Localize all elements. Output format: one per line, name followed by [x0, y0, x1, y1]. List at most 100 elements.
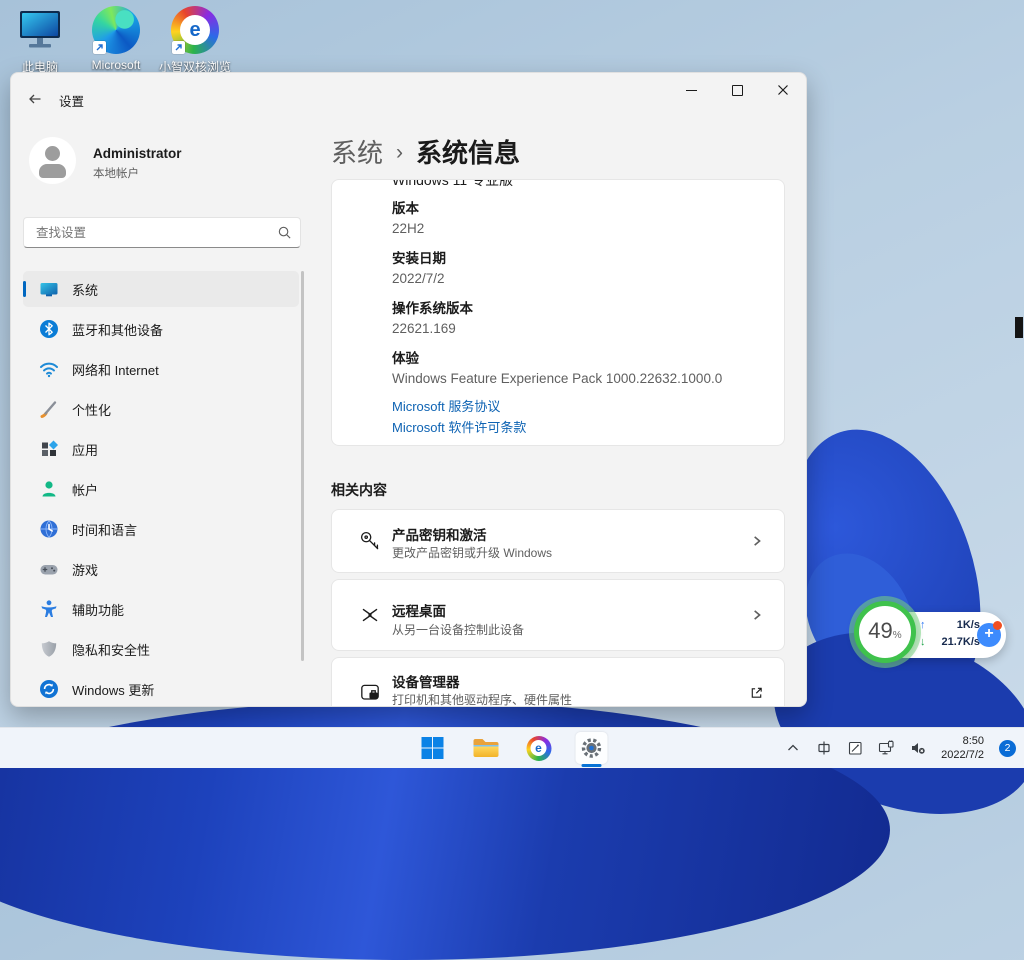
gear-icon — [580, 736, 604, 760]
sidebar-item-label: 辅助功能 — [72, 600, 124, 619]
ime-indicator-icon[interactable] — [816, 740, 832, 756]
sidebar-item-privacy-security[interactable]: 隐私和安全性 — [23, 631, 299, 667]
cursor — [1015, 317, 1023, 338]
sidebar-nav: 系统 蓝牙和其他设备 网络和 Internet 个性化 应用 帐户 时间和语言 — [23, 271, 299, 707]
browser-button[interactable]: e — [523, 732, 555, 764]
product-key-activation-card[interactable]: 产品密钥和激活 更改产品密钥或升级 Windows — [331, 509, 785, 573]
sidebar-item-label: 游戏 — [72, 560, 98, 579]
sidebar-item-label: 隐私和安全性 — [72, 640, 150, 659]
widget-plus-button[interactable]: + — [977, 623, 1001, 647]
about-row-label: 安装日期 — [392, 247, 446, 267]
sidebar-item-accessibility[interactable]: 辅助功能 — [23, 591, 299, 627]
card-title: 设备管理器 — [392, 671, 460, 691]
search-icon — [277, 225, 292, 240]
tray-chevron-up-icon[interactable] — [785, 740, 801, 756]
search-box[interactable] — [23, 217, 301, 248]
sidebar-item-windows-update[interactable]: Windows 更新 — [23, 671, 299, 707]
related-content-heading: 相关内容 — [331, 480, 387, 500]
about-row-label: 体验 — [392, 347, 419, 367]
window-controls — [668, 73, 806, 107]
card-subtitle: 更改产品密钥或升级 Windows — [392, 544, 552, 561]
page-title: 系统信息 — [416, 133, 520, 170]
sidebar-item-network-internet[interactable]: 网络和 Internet — [23, 351, 299, 387]
about-row-value: Windows Feature Experience Pack 1000.226… — [392, 371, 722, 386]
about-row-value: 22H2 — [392, 221, 424, 236]
sidebar-item-personalization[interactable]: 个性化 — [23, 391, 299, 427]
sidebar-item-time-language[interactable]: 时间和语言 — [23, 511, 299, 547]
about-row-label: 操作系统版本 — [392, 297, 473, 317]
breadcrumb-parent[interactable]: 系统 — [331, 133, 383, 170]
ethernet-network-icon[interactable] — [878, 740, 895, 756]
about-card: Windows 11 专业版 版本 22H2 安装日期 2022/7/2 操作系… — [331, 179, 785, 446]
wifi-icon — [39, 359, 59, 379]
user-account-type: 本地帐户 — [93, 165, 139, 181]
desktop-icon-label: Microsoft — [78, 58, 154, 72]
sidebar-item-label: 应用 — [72, 440, 98, 459]
percent-sign: % — [893, 630, 902, 641]
start-button[interactable] — [417, 732, 449, 764]
remote-desktop-card[interactable]: 远程桌面 从另一台设备控制此设备 — [331, 579, 785, 651]
edge-logo-icon — [92, 6, 140, 54]
chevron-right-icon — [750, 534, 764, 548]
search-input[interactable] — [34, 219, 268, 246]
usage-percent: 49 — [868, 618, 892, 644]
settings-window: 设置 Administrator 本地帐户 系统 蓝牙和其他设备 网络和 Int… — [10, 72, 807, 707]
sidebar-item-label: 系统 — [72, 280, 98, 299]
device-manager-icon — [358, 681, 382, 705]
sidebar-item-bluetooth-devices[interactable]: 蓝牙和其他设备 — [23, 311, 299, 347]
desktop-icon-microsoft-edge[interactable]: Microsoft — [78, 6, 154, 72]
about-row-value: 2022/7/2 — [392, 271, 445, 286]
shortcut-arrow-icon — [172, 41, 185, 54]
desktop-icon-this-pc[interactable]: 此电脑 — [2, 6, 78, 75]
window-title: 设置 — [59, 91, 84, 110]
system-icon — [39, 279, 59, 299]
pen-input-icon[interactable] — [847, 740, 863, 756]
card-title: 产品密钥和激活 — [392, 524, 487, 544]
close-button[interactable] — [760, 73, 806, 107]
memory-usage-circle[interactable]: 49 % — [854, 601, 916, 663]
user-name: Administrator — [93, 146, 182, 161]
sidebar-item-accounts[interactable]: 帐户 — [23, 471, 299, 507]
sidebar-item-system[interactable]: 系统 — [23, 271, 299, 307]
apps-icon — [39, 439, 59, 459]
file-explorer-button[interactable] — [470, 732, 502, 764]
desktop-icon-browser[interactable]: e 小智双核浏览 — [157, 6, 233, 75]
gamepad-icon — [39, 559, 59, 579]
volume-muted-icon[interactable] — [910, 740, 926, 756]
breadcrumb: 系统 › 系统信息 — [331, 133, 520, 170]
sidebar-item-apps[interactable]: 应用 — [23, 431, 299, 467]
system-tray: 8:50 2022/7/2 2 — [785, 728, 1016, 768]
update-refresh-icon — [39, 679, 59, 699]
upload-speed: 1K/s — [957, 619, 980, 631]
key-icon — [358, 529, 382, 553]
back-button[interactable] — [27, 91, 43, 107]
brush-icon — [39, 399, 59, 419]
remote-desktop-icon — [358, 603, 382, 627]
maximize-button[interactable] — [714, 73, 760, 107]
license-terms-link[interactable]: Microsoft 软件许可条款 — [392, 417, 526, 436]
sidebar-item-label: 时间和语言 — [72, 520, 137, 539]
download-arrow-icon: ↓ — [920, 636, 926, 648]
taskbar: e 8:50 2022/7/2 2 — [0, 727, 1024, 768]
sidebar-item-label: 蓝牙和其他设备 — [72, 320, 163, 339]
selected-indicator — [23, 281, 26, 297]
this-pc-icon — [16, 6, 64, 54]
tray-time: 8:50 — [941, 734, 984, 748]
avatar[interactable] — [29, 137, 76, 184]
sidebar-item-gaming[interactable]: 游戏 — [23, 551, 299, 587]
settings-button-active[interactable] — [576, 732, 608, 764]
shield-icon — [39, 639, 59, 659]
notification-dot — [993, 621, 1002, 630]
external-link-icon — [749, 686, 764, 701]
services-agreement-link[interactable]: Microsoft 服务协议 — [392, 396, 500, 415]
shortcut-arrow-icon — [93, 41, 106, 54]
bluetooth-icon — [39, 319, 59, 339]
minimize-button[interactable] — [668, 73, 714, 107]
device-manager-card[interactable]: 设备管理器 打印机和其他驱动程序、硬件属性 — [331, 657, 785, 707]
clock[interactable]: 8:50 2022/7/2 — [941, 734, 984, 762]
sidebar-scrollbar[interactable] — [301, 271, 304, 661]
upload-arrow-icon: ↑ — [920, 619, 926, 631]
notification-badge[interactable]: 2 — [999, 740, 1016, 757]
about-row-label: 版本 — [392, 197, 419, 217]
accessibility-person-icon — [39, 599, 59, 619]
